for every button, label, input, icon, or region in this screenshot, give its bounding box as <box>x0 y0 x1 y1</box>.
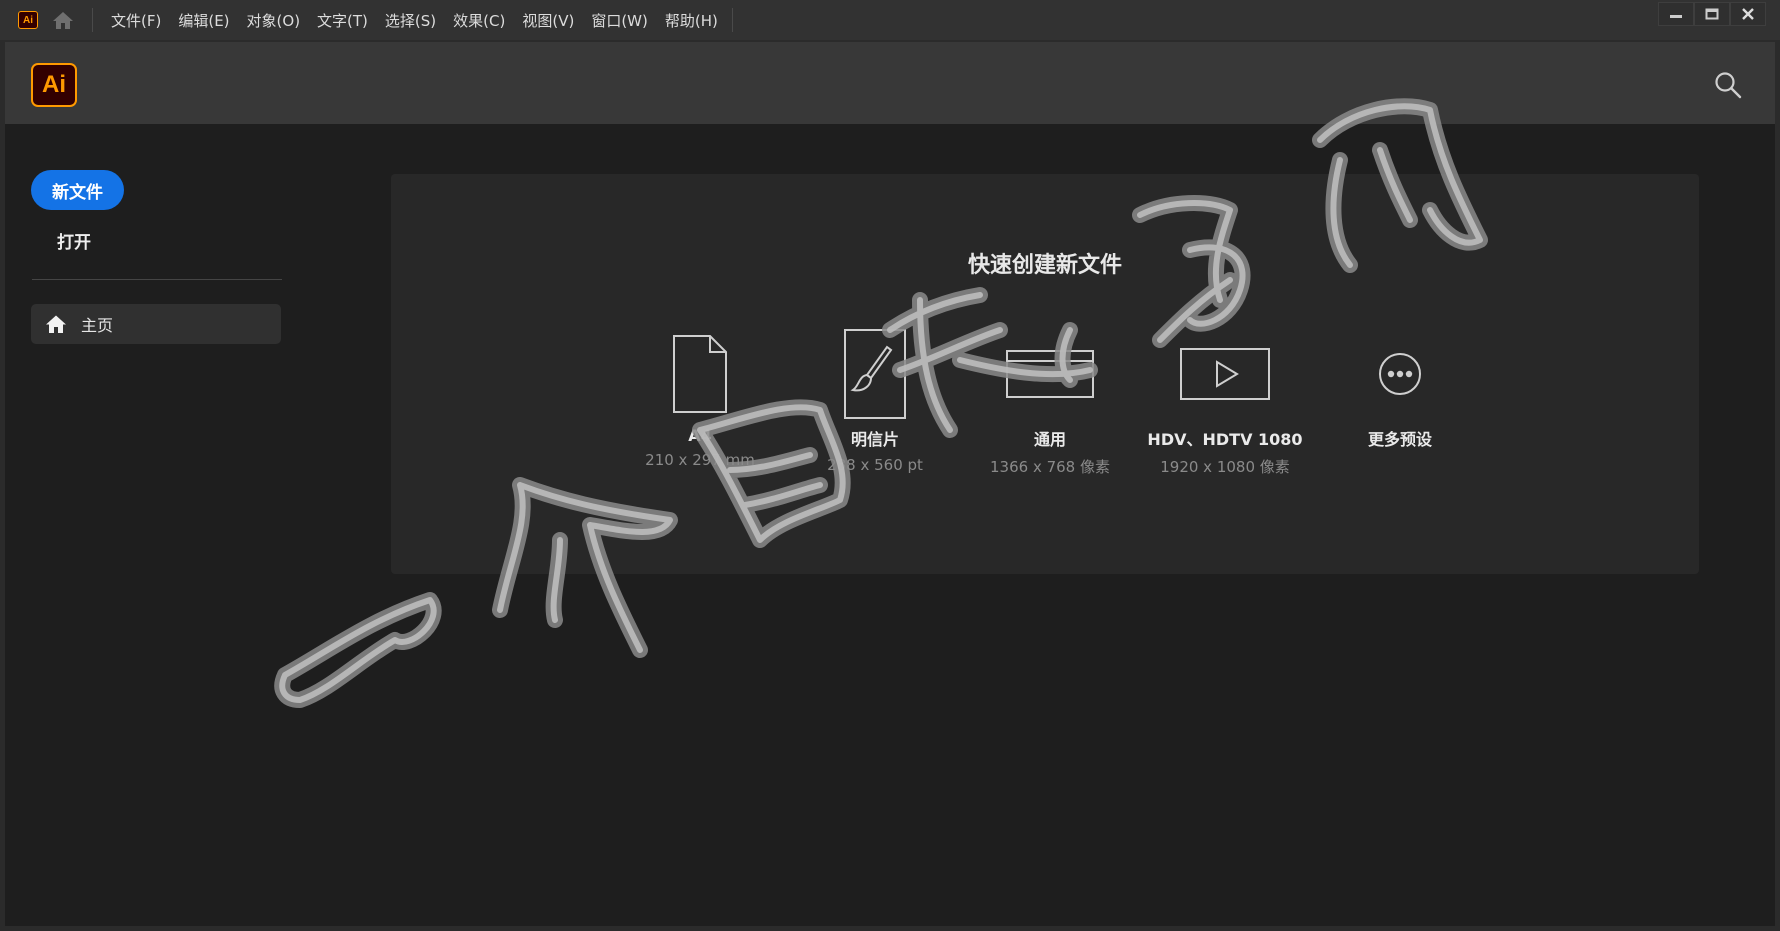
sidebar-divider <box>32 279 282 280</box>
video-icon <box>1135 324 1315 424</box>
sidebar-item-label: 主页 <box>81 316 114 335</box>
quick-create-panel: 快速创建新文件 A4 210 x 297 mm 明信片 288 x 560 pt… <box>391 174 1699 574</box>
preset-more[interactable]: 更多预设 <box>1310 324 1490 450</box>
illustrator-window: Ai 文件(F) 编辑(E) 对象(O) 文字(T) 选择(S) 效果(C) 视… <box>0 0 1780 931</box>
app-header: Ai <box>5 42 1775 124</box>
preset-size: 1920 x 1080 像素 <box>1160 458 1290 476</box>
preset-size: 210 x 297 mm <box>645 451 755 469</box>
menu-select[interactable]: 选择(S) <box>385 10 436 31</box>
quick-create-title: 快速创建新文件 <box>967 253 1122 278</box>
brush-icon <box>785 324 965 424</box>
close-button[interactable] <box>1730 2 1766 26</box>
sidebar: 新文件 打开 主页 <box>5 124 295 926</box>
maximize-button[interactable] <box>1694 2 1730 26</box>
menu-view[interactable]: 视图(V) <box>522 10 574 31</box>
preset-name: 更多预设 <box>1367 430 1432 449</box>
app-logo: Ai <box>31 63 77 107</box>
window-controls <box>1658 2 1766 26</box>
menu-type[interactable]: 文字(T) <box>317 10 368 31</box>
menu-divider <box>92 8 93 32</box>
screen-icon <box>960 324 1140 424</box>
preset-name: HDV、HDTV 1080 <box>1147 430 1303 449</box>
app-icon: Ai <box>18 11 38 29</box>
home-content: 新文件 打开 主页 快速创建新文件 A4 210 x 297 mm 明信片 28… <box>5 124 1775 926</box>
minimize-icon <box>1670 15 1682 18</box>
home-icon <box>45 313 67 335</box>
preset-postcard[interactable]: 明信片 288 x 560 pt <box>785 324 965 474</box>
search-icon <box>1715 72 1742 99</box>
sidebar-item-home[interactable]: 主页 <box>31 304 281 344</box>
search-button[interactable] <box>1713 70 1743 100</box>
menu-file[interactable]: 文件(F) <box>111 10 161 31</box>
menu-effect[interactable]: 效果(C) <box>453 10 505 31</box>
menu-window[interactable]: 窗口(W) <box>591 10 648 31</box>
menu-object[interactable]: 对象(O) <box>247 10 301 31</box>
preset-common[interactable]: 通用 1366 x 768 像素 <box>960 324 1140 477</box>
preset-size: 288 x 560 pt <box>827 456 923 474</box>
menu-help[interactable]: 帮助(H) <box>665 10 718 31</box>
preset-size: 1366 x 768 像素 <box>990 458 1110 476</box>
maximize-icon <box>1705 8 1719 20</box>
new-file-button[interactable]: 新文件 <box>31 170 124 210</box>
more-icon <box>1310 324 1490 424</box>
minimize-button[interactable] <box>1658 2 1694 26</box>
preset-hdv[interactable]: HDV、HDTV 1080 1920 x 1080 像素 <box>1135 324 1315 477</box>
menu-edit[interactable]: 编辑(E) <box>178 10 229 31</box>
menu-items: 文件(F) 编辑(E) 对象(O) 文字(T) 选择(S) 效果(C) 视图(V… <box>111 10 718 31</box>
home-icon[interactable] <box>50 7 76 33</box>
preset-a4[interactable]: A4 210 x 297 mm <box>610 324 790 469</box>
preset-name: A4 <box>688 426 712 445</box>
open-button[interactable]: 打开 <box>57 228 91 253</box>
preset-name: 通用 <box>1033 430 1066 449</box>
menu-divider <box>731 8 733 32</box>
document-icon <box>610 324 790 424</box>
preset-name: 明信片 <box>850 430 899 449</box>
menu-bar: Ai 文件(F) 编辑(E) 对象(O) 文字(T) 选择(S) 效果(C) 视… <box>0 0 1780 40</box>
close-icon <box>1742 8 1754 20</box>
